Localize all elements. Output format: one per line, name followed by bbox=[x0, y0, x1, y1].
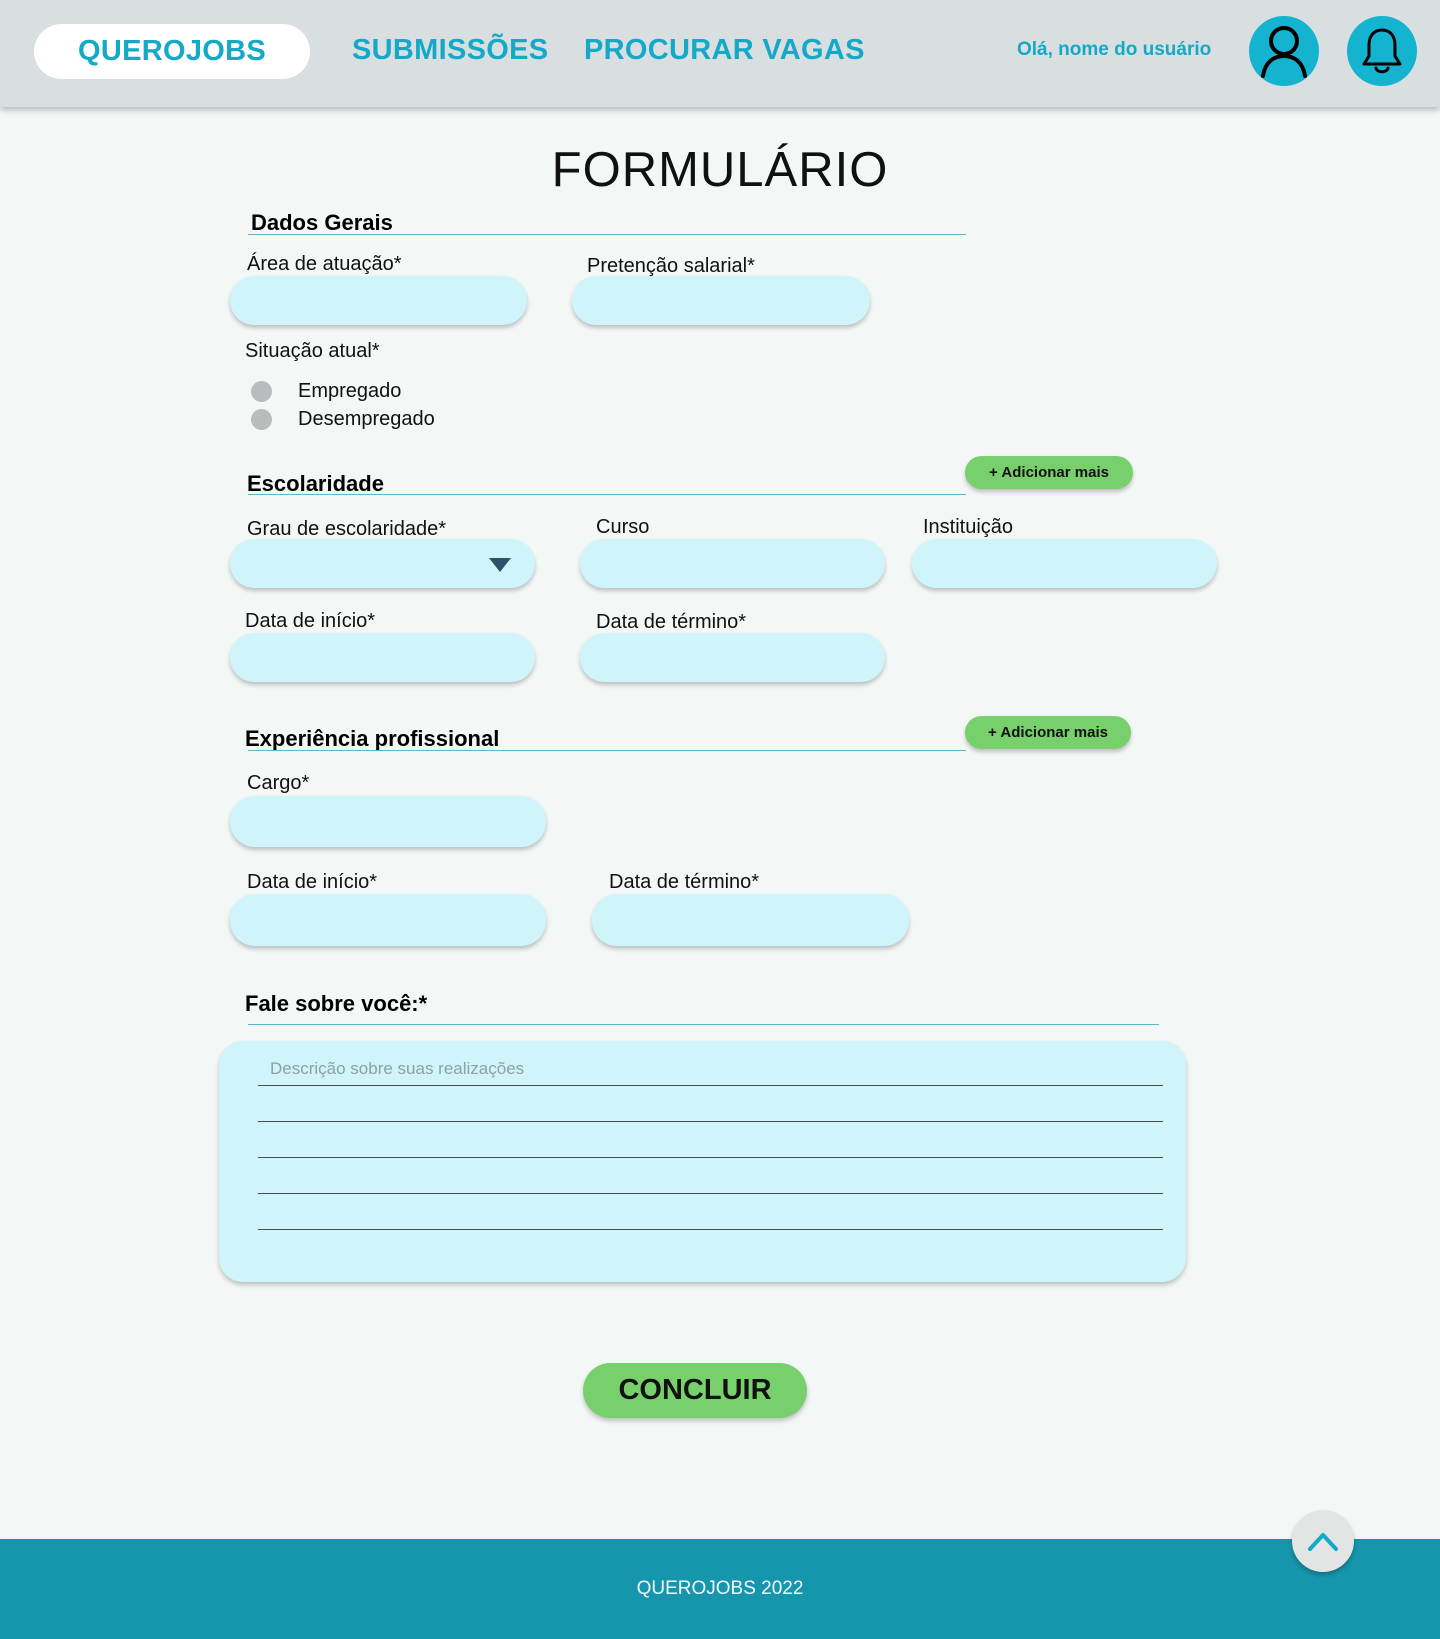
section-dados-gerais: Dados Gerais bbox=[251, 210, 393, 235]
page-title: FORMULÁRIO bbox=[551, 143, 889, 197]
curso-label: Curso bbox=[596, 516, 650, 538]
escolaridade-data-termino-label: Data de término* bbox=[596, 611, 747, 633]
radio-desempregado[interactable]: Desempregado bbox=[251, 408, 435, 431]
add-escolaridade-button[interactable]: + Adicionar mais bbox=[965, 456, 1133, 489]
profile-button[interactable] bbox=[1249, 16, 1319, 86]
escolaridade-data-inicio-input[interactable] bbox=[230, 633, 535, 682]
experiencia-data-termino-label: Data de término* bbox=[609, 871, 760, 893]
area-atuacao-label: Área de atuação* bbox=[247, 253, 402, 275]
experiencia-data-termino-input[interactable] bbox=[592, 894, 909, 946]
chevron-up-icon bbox=[1308, 1533, 1338, 1551]
textarea-line bbox=[258, 1229, 1163, 1230]
escolaridade-data-termino-input[interactable] bbox=[580, 633, 885, 682]
section-experiencia: Experiência profissional bbox=[245, 726, 500, 751]
section-divider bbox=[248, 750, 966, 751]
radio-circle[interactable] bbox=[251, 409, 272, 430]
textarea-line bbox=[258, 1085, 1163, 1086]
situacao-atual-label: Situação atual* bbox=[245, 340, 380, 362]
radio-empregado[interactable]: Empregado bbox=[251, 380, 401, 403]
user-greeting: Olá, nome do usuário bbox=[1017, 39, 1212, 60]
notifications-button[interactable] bbox=[1347, 16, 1417, 86]
logo-button[interactable]: QUEROJOBS bbox=[34, 24, 310, 79]
sobre-textarea[interactable]: Descrição sobre suas realizações bbox=[219, 1041, 1186, 1282]
grau-escolaridade-select[interactable] bbox=[230, 539, 535, 588]
nav-submissoes[interactable]: SUBMISSÕES bbox=[352, 34, 548, 67]
chevron-down-icon bbox=[489, 558, 511, 572]
nav-procurar-vagas[interactable]: PROCURAR VAGAS bbox=[584, 34, 865, 67]
section-sobre: Fale sobre você:* bbox=[245, 991, 428, 1016]
radio-label: Desempregado bbox=[298, 408, 435, 430]
cargo-label: Cargo* bbox=[247, 772, 310, 794]
radio-label: Empregado bbox=[298, 380, 402, 402]
sobre-placeholder: Descrição sobre suas realizações bbox=[270, 1059, 525, 1078]
grau-escolaridade-label: Grau de escolaridade* bbox=[247, 518, 447, 540]
experiencia-data-inicio-label: Data de início* bbox=[247, 871, 378, 893]
instituicao-input[interactable] bbox=[912, 539, 1217, 588]
textarea-line bbox=[258, 1193, 1163, 1194]
cargo-input[interactable] bbox=[230, 796, 546, 847]
pretencao-salarial-input[interactable] bbox=[572, 276, 870, 325]
user-icon bbox=[1261, 26, 1307, 78]
add-experiencia-button[interactable]: + Adicionar mais bbox=[965, 716, 1131, 749]
bell-icon bbox=[1362, 28, 1402, 74]
section-divider bbox=[248, 234, 966, 235]
pretencao-salarial-label: Pretenção salarial* bbox=[587, 255, 755, 277]
textarea-line bbox=[258, 1121, 1163, 1122]
escolaridade-data-inicio-label: Data de início* bbox=[245, 610, 376, 632]
concluir-button[interactable]: CONCLUIR bbox=[583, 1363, 807, 1418]
experiencia-data-inicio-input[interactable] bbox=[230, 894, 546, 946]
area-atuacao-input[interactable] bbox=[230, 276, 527, 325]
footer: QUEROJOBS 2022 bbox=[0, 1539, 1440, 1639]
textarea-line bbox=[258, 1157, 1163, 1158]
radio-circle[interactable] bbox=[251, 381, 272, 402]
top-navbar: QUEROJOBS SUBMISSÕES PROCURAR VAGAS Olá,… bbox=[0, 0, 1440, 107]
instituicao-label: Instituição bbox=[923, 516, 1014, 538]
section-divider bbox=[248, 1024, 1159, 1025]
curso-input[interactable] bbox=[580, 539, 885, 588]
section-divider bbox=[248, 494, 966, 495]
scroll-to-top-button[interactable] bbox=[1292, 1510, 1354, 1572]
footer-text: QUEROJOBS 2022 bbox=[636, 1578, 804, 1599]
